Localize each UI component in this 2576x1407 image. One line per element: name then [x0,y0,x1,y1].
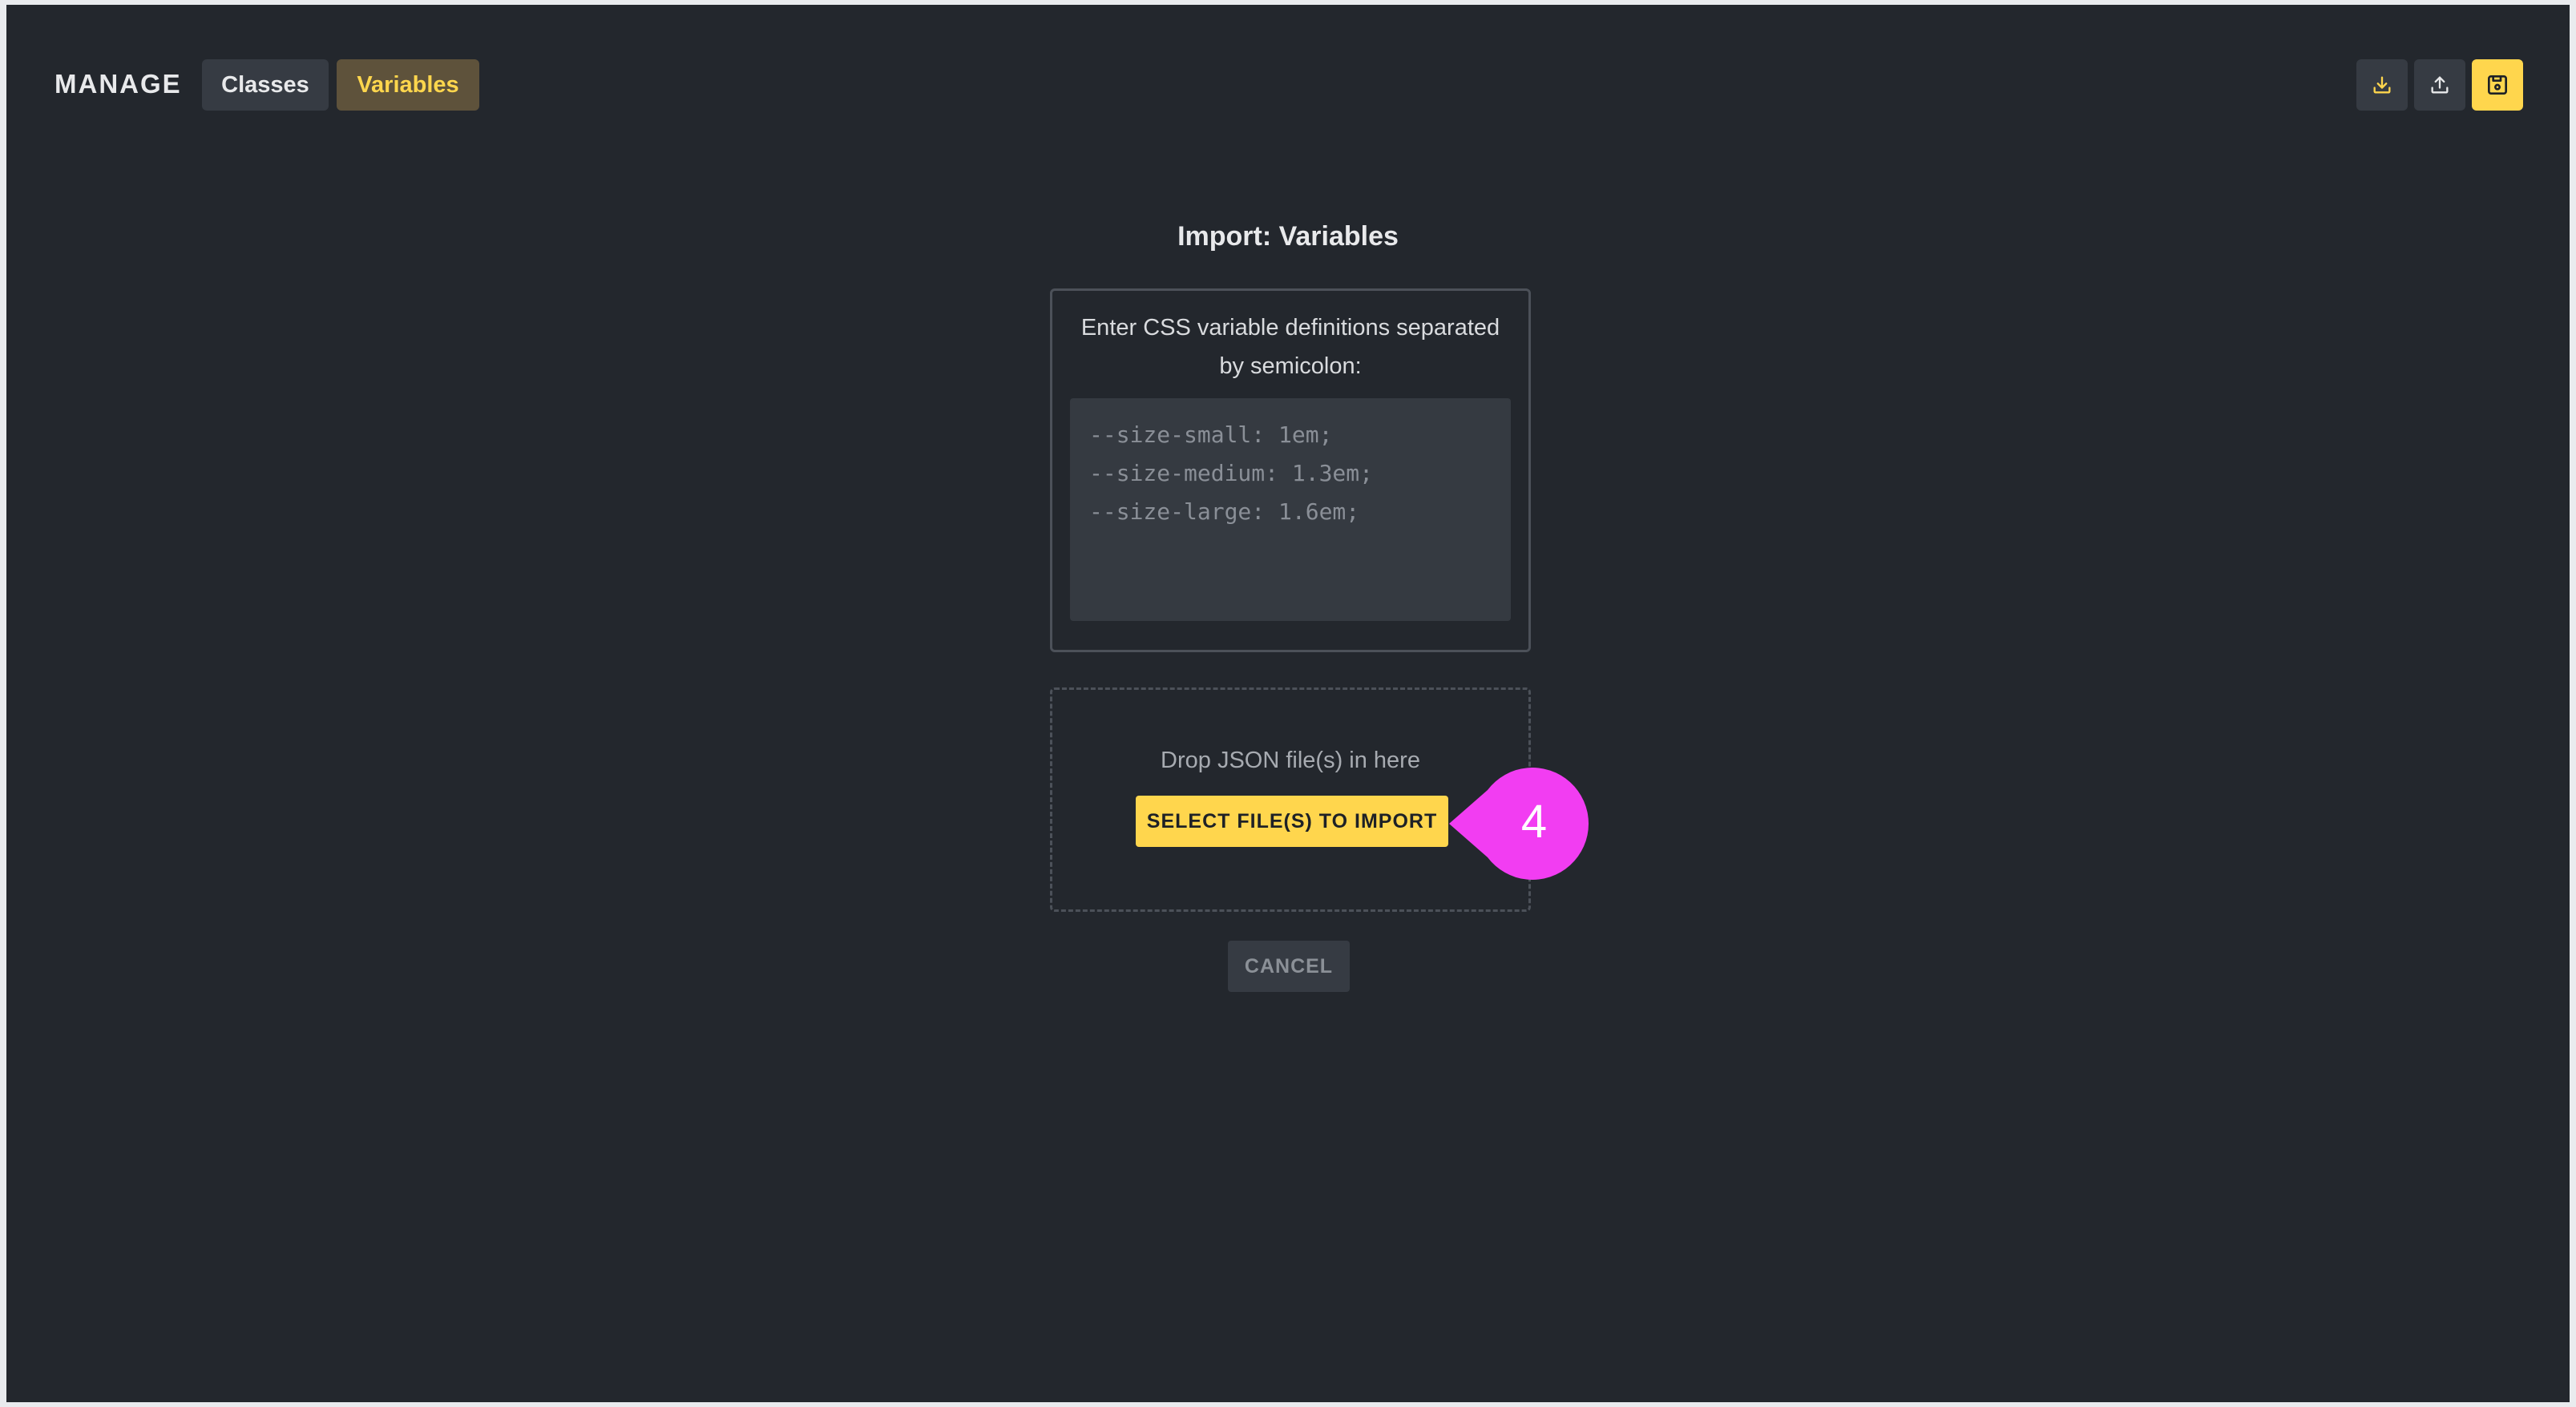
upload-icon [2431,76,2449,94]
step-badge-number: 4 [1520,796,1548,848]
import-title: Import: Variables [1177,221,1399,252]
brand-title: MANAGE [55,69,182,99]
download-icon [2373,76,2391,94]
header: MANAGE Classes Variables [6,5,2570,165]
save-icon [2488,75,2507,95]
upload-button[interactable] [2414,59,2465,111]
save-button[interactable] [2472,59,2523,111]
app-window: MANAGE Classes Variables Import: Variabl… [6,5,2570,1402]
select-files-button[interactable]: SELECT FILE(S) TO IMPORT [1136,796,1448,847]
download-button[interactable] [2356,59,2408,111]
css-input-panel: Enter CSS variable definitions separated… [1050,288,1531,652]
css-variables-textarea[interactable] [1070,398,1511,621]
css-input-instruction: Enter CSS variable definitions separated… [1080,315,1500,379]
tab-variables[interactable]: Variables [337,59,479,111]
cancel-button[interactable]: CANCEL [1228,941,1350,992]
tab-classes[interactable]: Classes [202,59,329,111]
